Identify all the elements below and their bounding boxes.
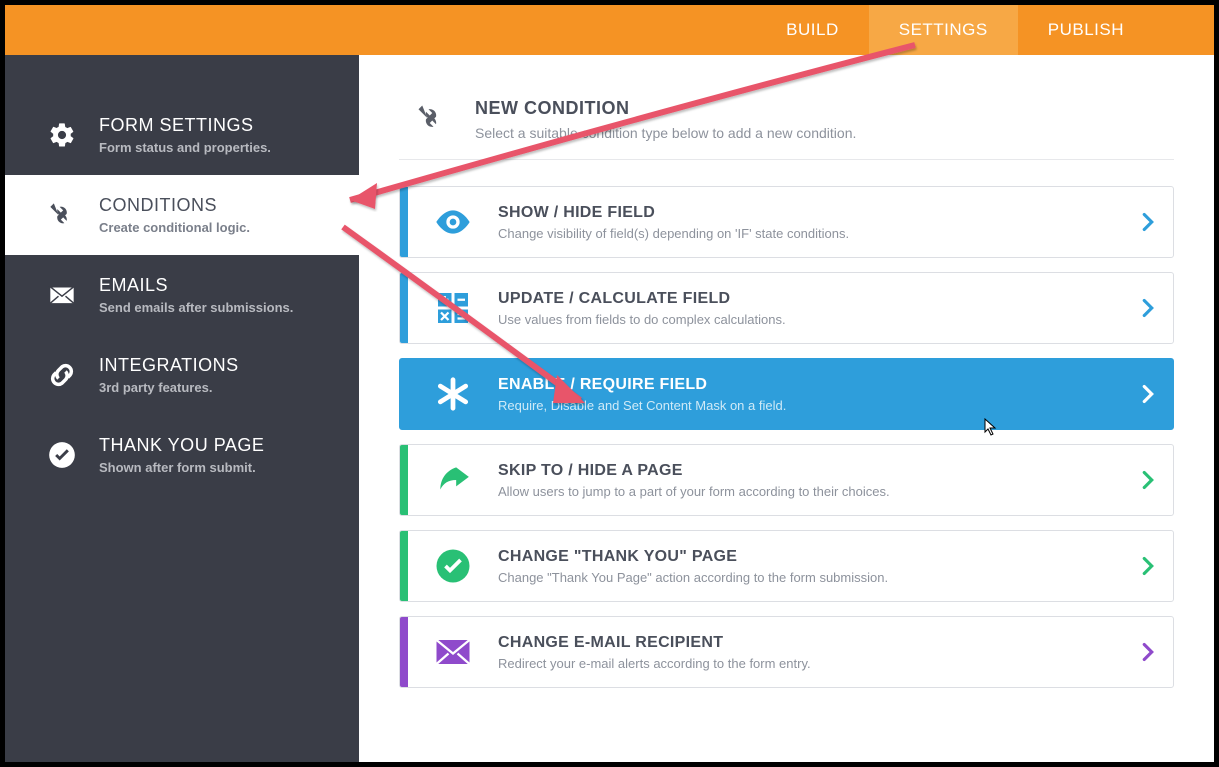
condition-card-change-email[interactable]: CHANGE E-MAIL RECIPIENT Redirect your e-… — [399, 616, 1174, 688]
sidebar-item-form-settings[interactable]: FORM SETTINGS Form status and properties… — [5, 95, 359, 175]
app-window: BUILD SETTINGS PUBLISH FORM SETTINGS For… — [5, 5, 1214, 762]
sidebar-item-title: THANK YOU PAGE — [99, 435, 264, 456]
sidebar-item-desc: Create conditional logic. — [99, 220, 250, 235]
sidebar-item-text: THANK YOU PAGE Shown after form submit. — [99, 435, 264, 475]
gear-icon — [47, 120, 77, 150]
section-header-text: NEW CONDITION Select a suitable conditio… — [475, 98, 856, 141]
card-text: SKIP TO / HIDE A PAGE Allow users to jum… — [498, 462, 1123, 499]
card-title: ENABLE / REQUIRE FIELD — [498, 376, 1123, 394]
body: FORM SETTINGS Form status and properties… — [5, 55, 1214, 762]
check-circle-icon — [408, 531, 498, 601]
section-header: NEW CONDITION Select a suitable conditio… — [399, 80, 1174, 160]
card-text: CHANGE "THANK YOU" PAGE Change "Thank Yo… — [498, 548, 1123, 585]
sidebar-item-desc: Shown after form submit. — [99, 460, 264, 475]
envelope-icon — [408, 617, 498, 687]
sidebar-item-desc: 3rd party features. — [99, 380, 239, 395]
condition-card-change-thank-you[interactable]: CHANGE "THANK YOU" PAGE Change "Thank Yo… — [399, 530, 1174, 602]
card-stripe — [400, 187, 408, 257]
link-icon — [47, 360, 77, 390]
chevron-right-icon — [1123, 556, 1173, 576]
sidebar-item-integrations[interactable]: INTEGRATIONS 3rd party features. — [5, 335, 359, 415]
main-content: NEW CONDITION Select a suitable conditio… — [359, 55, 1214, 762]
sidebar-item-title: INTEGRATIONS — [99, 355, 239, 376]
check-circle-icon — [47, 440, 77, 470]
card-title: CHANGE E-MAIL RECIPIENT — [498, 634, 1123, 652]
card-stripe — [400, 359, 408, 429]
sidebar-item-thank-you[interactable]: THANK YOU PAGE Shown after form submit. — [5, 415, 359, 495]
card-title: SKIP TO / HIDE A PAGE — [498, 462, 1123, 480]
section-desc: Select a suitable condition type below t… — [475, 125, 856, 141]
card-desc: Redirect your e-mail alerts according to… — [498, 656, 1123, 671]
card-title: SHOW / HIDE FIELD — [498, 204, 1123, 222]
chevron-right-icon — [1123, 212, 1173, 232]
eye-icon — [408, 187, 498, 257]
card-text: SHOW / HIDE FIELD Change visibility of f… — [498, 204, 1123, 241]
card-text: CHANGE E-MAIL RECIPIENT Redirect your e-… — [498, 634, 1123, 671]
tab-publish[interactable]: PUBLISH — [1018, 5, 1154, 55]
card-stripe — [400, 617, 408, 687]
sidebar-item-title: FORM SETTINGS — [99, 115, 271, 136]
sidebar-item-desc: Form status and properties. — [99, 140, 271, 155]
card-desc: Require, Disable and Set Content Mask on… — [498, 398, 1123, 413]
card-desc: Allow users to jump to a part of your fo… — [498, 484, 1123, 499]
section-title: NEW CONDITION — [475, 98, 856, 119]
tab-label: BUILD — [786, 20, 839, 40]
card-text: UPDATE / CALCULATE FIELD Use values from… — [498, 290, 1123, 327]
chevron-right-icon — [1123, 642, 1173, 662]
condition-card-enable-require[interactable]: ENABLE / REQUIRE FIELD Require, Disable … — [399, 358, 1174, 430]
card-text: ENABLE / REQUIRE FIELD Require, Disable … — [498, 376, 1123, 413]
sidebar-item-text: EMAILS Send emails after submissions. — [99, 275, 293, 315]
calculator-icon — [408, 273, 498, 343]
condition-card-show-hide[interactable]: SHOW / HIDE FIELD Change visibility of f… — [399, 186, 1174, 258]
sidebar-item-desc: Send emails after submissions. — [99, 300, 293, 315]
wrench-icon — [413, 100, 449, 136]
sidebar-item-text: FORM SETTINGS Form status and properties… — [99, 115, 271, 155]
header-tabs: BUILD SETTINGS PUBLISH — [5, 5, 1214, 55]
tab-label: SETTINGS — [899, 20, 988, 40]
sidebar-item-text: CONDITIONS Create conditional logic. — [99, 195, 250, 235]
sidebar-item-title: EMAILS — [99, 275, 293, 296]
card-stripe — [400, 531, 408, 601]
forward-arrow-icon — [408, 445, 498, 515]
sidebar-item-conditions[interactable]: CONDITIONS Create conditional logic. — [5, 175, 359, 255]
chevron-right-icon — [1123, 298, 1173, 318]
tab-settings[interactable]: SETTINGS — [869, 5, 1018, 55]
condition-card-skip-page[interactable]: SKIP TO / HIDE A PAGE Allow users to jum… — [399, 444, 1174, 516]
asterisk-icon — [408, 359, 498, 429]
chevron-right-icon — [1123, 470, 1173, 490]
condition-card-update-calculate[interactable]: UPDATE / CALCULATE FIELD Use values from… — [399, 272, 1174, 344]
wrench-icon — [47, 200, 77, 230]
envelope-icon — [47, 280, 77, 310]
card-stripe — [400, 273, 408, 343]
sidebar-item-title: CONDITIONS — [99, 195, 250, 216]
card-title: CHANGE "THANK YOU" PAGE — [498, 548, 1123, 566]
sidebar: FORM SETTINGS Form status and properties… — [5, 55, 359, 762]
tab-label: PUBLISH — [1048, 20, 1124, 40]
tab-build[interactable]: BUILD — [756, 5, 869, 55]
card-stripe — [400, 445, 408, 515]
card-desc: Use values from fields to do complex cal… — [498, 312, 1123, 327]
card-desc: Change "Thank You Page" action according… — [498, 570, 1123, 585]
card-title: UPDATE / CALCULATE FIELD — [498, 290, 1123, 308]
sidebar-item-text: INTEGRATIONS 3rd party features. — [99, 355, 239, 395]
card-desc: Change visibility of field(s) depending … — [498, 226, 1123, 241]
chevron-right-icon — [1123, 384, 1173, 404]
sidebar-item-emails[interactable]: EMAILS Send emails after submissions. — [5, 255, 359, 335]
